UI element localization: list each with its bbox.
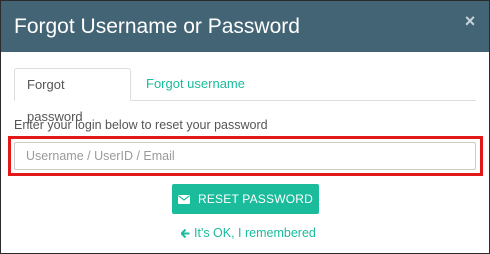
arrow-left-icon: [181, 228, 190, 238]
tab-forgot-password[interactable]: Forgot password: [14, 68, 131, 124]
instruction-text: Enter your login below to reset your pas…: [14, 118, 268, 132]
forgot-credentials-modal: Forgot Username or Password × Forgot pas…: [0, 0, 490, 254]
envelope-icon: [177, 194, 190, 204]
reset-password-button[interactable]: RESET PASSWORD: [172, 184, 319, 214]
remembered-link-label: It's OK, I remembered: [194, 226, 316, 240]
tab-forgot-username[interactable]: Forgot username: [134, 68, 257, 100]
remembered-link[interactable]: It's OK, I remembered: [181, 226, 316, 240]
tab-bar: Forgot password Forgot username: [14, 68, 476, 124]
modal-title: Forgot Username or Password: [14, 15, 300, 38]
modal-header: Forgot Username or Password ×: [1, 1, 489, 52]
login-input[interactable]: [14, 142, 476, 170]
close-icon[interactable]: ×: [463, 12, 477, 30]
reset-password-label: RESET PASSWORD: [197, 192, 314, 206]
